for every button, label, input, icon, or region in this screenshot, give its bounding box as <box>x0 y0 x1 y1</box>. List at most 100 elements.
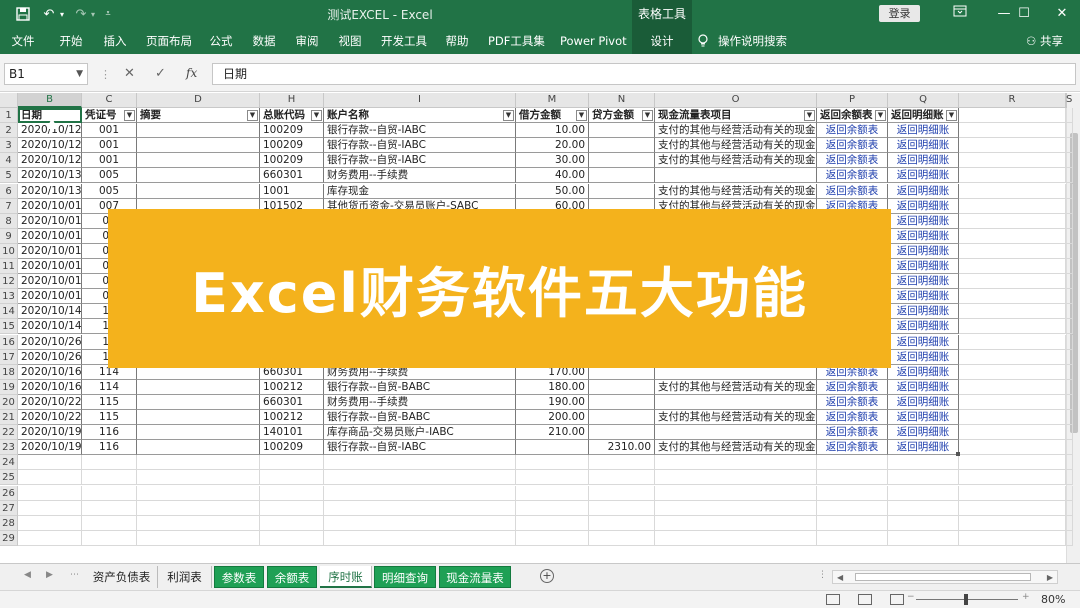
table-cell[interactable]: 180.00 <box>516 379 589 395</box>
table-cell[interactable]: 100209 <box>260 440 324 456</box>
return-detail-link[interactable]: 返回明细账 <box>888 410 959 426</box>
table-cell[interactable] <box>137 183 260 199</box>
table-cell[interactable]: 005 <box>82 168 137 184</box>
filter-dropdown-icon[interactable]: ▼ <box>311 110 322 121</box>
table-cell[interactable]: 库存现金 <box>324 183 516 199</box>
row-header[interactable]: 17 <box>0 349 18 365</box>
return-detail-link[interactable]: 返回明细账 <box>888 243 959 259</box>
table-cell[interactable]: 2020/10/12 <box>18 138 82 154</box>
cell[interactable] <box>324 455 516 471</box>
filter-dropdown-icon[interactable]: ▼ <box>503 110 514 121</box>
return-detail-link[interactable]: 返回明细账 <box>888 138 959 154</box>
cell[interactable] <box>959 123 1066 139</box>
table-cell[interactable] <box>137 379 260 395</box>
chevron-down-icon[interactable]: ▼ <box>76 64 83 84</box>
table-cell[interactable] <box>137 394 260 410</box>
cell[interactable] <box>655 455 817 471</box>
table-cell[interactable] <box>137 440 260 456</box>
return-balance-link[interactable]: 返回余额表 <box>817 123 888 139</box>
cell[interactable] <box>959 304 1066 320</box>
filter-dropdown-icon[interactable]: ▼ <box>124 110 135 121</box>
return-detail-link[interactable]: 返回明细账 <box>888 394 959 410</box>
cell[interactable] <box>817 470 888 486</box>
zoom-slider-thumb[interactable] <box>964 594 968 605</box>
table-cell[interactable] <box>589 379 655 395</box>
table-cell[interactable]: 200.00 <box>516 410 589 426</box>
cell[interactable] <box>1066 138 1073 154</box>
filter-dropdown-icon[interactable]: ▼ <box>804 110 815 121</box>
table-cell[interactable]: 660301 <box>260 394 324 410</box>
table-cell[interactable] <box>589 183 655 199</box>
sheet-tab-balance-sheet[interactable]: 资产负债表 <box>86 566 158 588</box>
table-cell[interactable]: 190.00 <box>516 394 589 410</box>
page-break-icon[interactable] <box>890 594 904 605</box>
cell[interactable] <box>959 349 1066 365</box>
table-cell[interactable] <box>137 138 260 154</box>
cell[interactable] <box>655 485 817 501</box>
return-balance-link[interactable]: 返回余额表 <box>817 394 888 410</box>
tab-formulas[interactable]: 公式 <box>208 28 234 54</box>
cell[interactable] <box>888 530 959 546</box>
cell[interactable] <box>959 319 1066 335</box>
tab-developer[interactable]: 开发工具 <box>380 28 428 54</box>
cell[interactable] <box>137 470 260 486</box>
table-cell[interactable] <box>589 425 655 441</box>
zoom-in-icon[interactable]: + <box>1022 592 1030 602</box>
cell[interactable] <box>1066 304 1073 320</box>
cell[interactable] <box>137 455 260 471</box>
cell[interactable] <box>959 470 1066 486</box>
return-balance-link[interactable]: 返回余额表 <box>817 138 888 154</box>
sheet-tab-journal[interactable]: 序时账 <box>320 566 372 588</box>
cell[interactable] <box>817 485 888 501</box>
cell[interactable] <box>959 455 1066 471</box>
cell[interactable] <box>18 500 82 516</box>
cell[interactable] <box>137 515 260 531</box>
cell[interactable] <box>1066 334 1073 350</box>
cell[interactable] <box>1066 349 1073 365</box>
header-cell[interactable]: 摘要 <box>137 108 260 124</box>
tab-design[interactable]: 设计 <box>632 28 692 54</box>
cell[interactable] <box>1066 153 1073 169</box>
row-header[interactable]: 5 <box>0 168 18 184</box>
row-header[interactable]: 22 <box>0 425 18 441</box>
cell[interactable] <box>888 455 959 471</box>
cell[interactable] <box>137 485 260 501</box>
table-cell[interactable]: 2020/10/19 <box>18 440 82 456</box>
cell[interactable] <box>959 259 1066 275</box>
filter-dropdown-icon[interactable]: ▼ <box>946 110 957 121</box>
table-cell[interactable]: 100212 <box>260 379 324 395</box>
cell[interactable] <box>82 530 137 546</box>
table-cell[interactable]: 2020/10/01 <box>18 198 82 214</box>
cell[interactable] <box>82 500 137 516</box>
row-header[interactable]: 20 <box>0 394 18 410</box>
cell[interactable] <box>260 500 324 516</box>
table-cell[interactable]: 2020/10/14 <box>18 304 82 320</box>
row-header[interactable]: 25 <box>0 470 18 486</box>
horizontal-scrollbar[interactable]: ◀ ▶ <box>832 570 1058 584</box>
table-cell[interactable]: 支付的其他与经营活动有关的现金 <box>655 123 817 139</box>
table-cell[interactable]: 支付的其他与经营活动有关的现金 <box>655 410 817 426</box>
tab-file[interactable]: 文件 <box>10 28 36 54</box>
row-header[interactable]: 1 <box>0 108 18 124</box>
tab-pdf-tools[interactable]: PDF工具集 <box>488 28 545 54</box>
cell[interactable] <box>516 455 589 471</box>
table-cell[interactable]: 2020/10/13 <box>18 168 82 184</box>
cell[interactable] <box>959 334 1066 350</box>
table-cell[interactable]: 10.00 <box>516 123 589 139</box>
header-cell[interactable]: 现金流量表项目 <box>655 108 817 124</box>
row-header[interactable]: 6 <box>0 183 18 199</box>
column-header[interactable]: S <box>1066 93 1072 108</box>
return-balance-link[interactable]: 返回余额表 <box>817 425 888 441</box>
table-cell[interactable] <box>589 138 655 154</box>
return-balance-link[interactable]: 返回余额表 <box>817 153 888 169</box>
cell[interactable] <box>18 485 82 501</box>
table-cell[interactable]: 210.00 <box>516 425 589 441</box>
table-cell[interactable]: 银行存款--自贸-IABC <box>324 440 516 456</box>
table-cell[interactable]: 40.00 <box>516 168 589 184</box>
return-balance-link[interactable]: 返回余额表 <box>817 168 888 184</box>
filter-dropdown-icon[interactable]: ▼ <box>642 110 653 121</box>
table-cell[interactable] <box>655 168 817 184</box>
login-button[interactable]: 登录 <box>879 5 920 22</box>
table-cell[interactable]: 2020/10/16 <box>18 364 82 380</box>
column-header[interactable]: O <box>655 93 817 108</box>
